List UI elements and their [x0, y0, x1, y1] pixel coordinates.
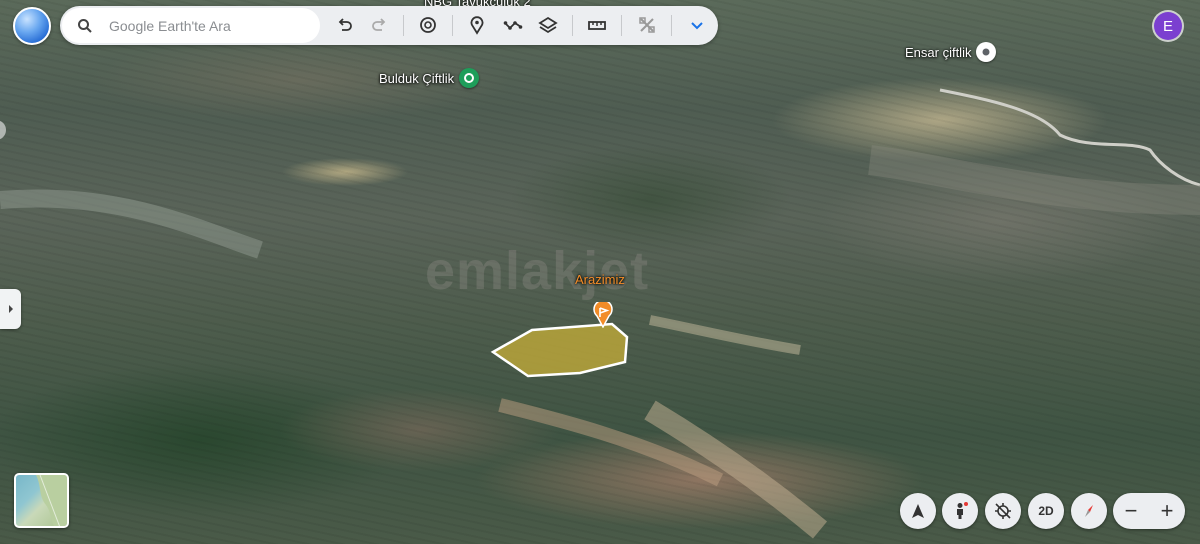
history-icon: [420, 17, 436, 33]
toolbar-divider: [572, 15, 573, 36]
place-label: Ensar çiftlik: [905, 44, 972, 60]
location-pin-icon[interactable]: [976, 42, 997, 62]
farm-pin-icon[interactable]: [459, 68, 480, 88]
toolbar-divider: [621, 15, 622, 36]
navigate-button[interactable]: [900, 493, 936, 529]
layers-icon: [538, 16, 558, 34]
add-placemark-button[interactable]: [466, 14, 488, 36]
place-bulduk-ciftlik[interactable]: Bulduk Çiftlik: [379, 68, 480, 88]
place-ensar-ciftlik[interactable]: Ensar çiftlik: [905, 42, 997, 62]
zoom-control: − +: [1113, 493, 1185, 529]
pegman-icon: [957, 502, 968, 519]
land-parcel-polygon: [490, 322, 629, 378]
toolbar-divider: [452, 15, 453, 36]
layers-button[interactable]: [537, 14, 559, 36]
undo-icon: [338, 18, 352, 31]
placemark-icon: [470, 16, 484, 35]
toolbar-divider: [403, 15, 404, 36]
measure-button[interactable]: [586, 14, 608, 36]
place-label: Bulduk Çiftlik: [379, 70, 455, 86]
search-input[interactable]: [109, 17, 309, 34]
expand-panel-button[interactable]: [0, 289, 21, 329]
chevron-down-icon: [691, 22, 703, 30]
arrow-up-icon: [912, 504, 924, 518]
history-button[interactable]: [417, 14, 439, 36]
my-location-button[interactable]: [985, 493, 1021, 529]
search-icon: [78, 18, 92, 33]
street-view-button[interactable]: [942, 493, 978, 529]
redo-button[interactable]: [368, 14, 390, 36]
search-box[interactable]: [62, 8, 320, 43]
compass-button[interactable]: [1071, 493, 1107, 529]
arazimiz-label[interactable]: Arazimiz: [575, 272, 625, 287]
watermark-text: emlakjet: [425, 241, 650, 301]
zoom-out-button[interactable]: −: [1113, 493, 1149, 529]
undo-button[interactable]: [334, 14, 356, 36]
compass-icon: [1085, 505, 1093, 517]
tools-button[interactable]: [636, 14, 658, 36]
expand-toolbar-button[interactable]: [686, 14, 708, 36]
user-avatar[interactable]: E: [1154, 12, 1182, 40]
add-path-button[interactable]: [502, 14, 524, 36]
path-icon: [503, 21, 523, 30]
top-toolbar: [60, 6, 718, 45]
2d-toggle-button[interactable]: 2D: [1028, 493, 1064, 529]
ruler-icon: [588, 21, 606, 30]
minimap-thumbnail[interactable]: [14, 473, 69, 528]
zoom-in-button[interactable]: +: [1149, 493, 1185, 529]
minimap-coast: [36, 475, 67, 526]
chevron-right-icon: [8, 305, 13, 313]
toolbar-divider: [671, 15, 672, 36]
redo-icon: [372, 18, 386, 31]
flag-marker-icon[interactable]: [593, 302, 613, 328]
2d-label: 2D: [1038, 504, 1054, 518]
google-earth-logo[interactable]: [13, 7, 51, 45]
location-off-icon: [995, 503, 1011, 519]
tools-icon: [639, 17, 655, 33]
